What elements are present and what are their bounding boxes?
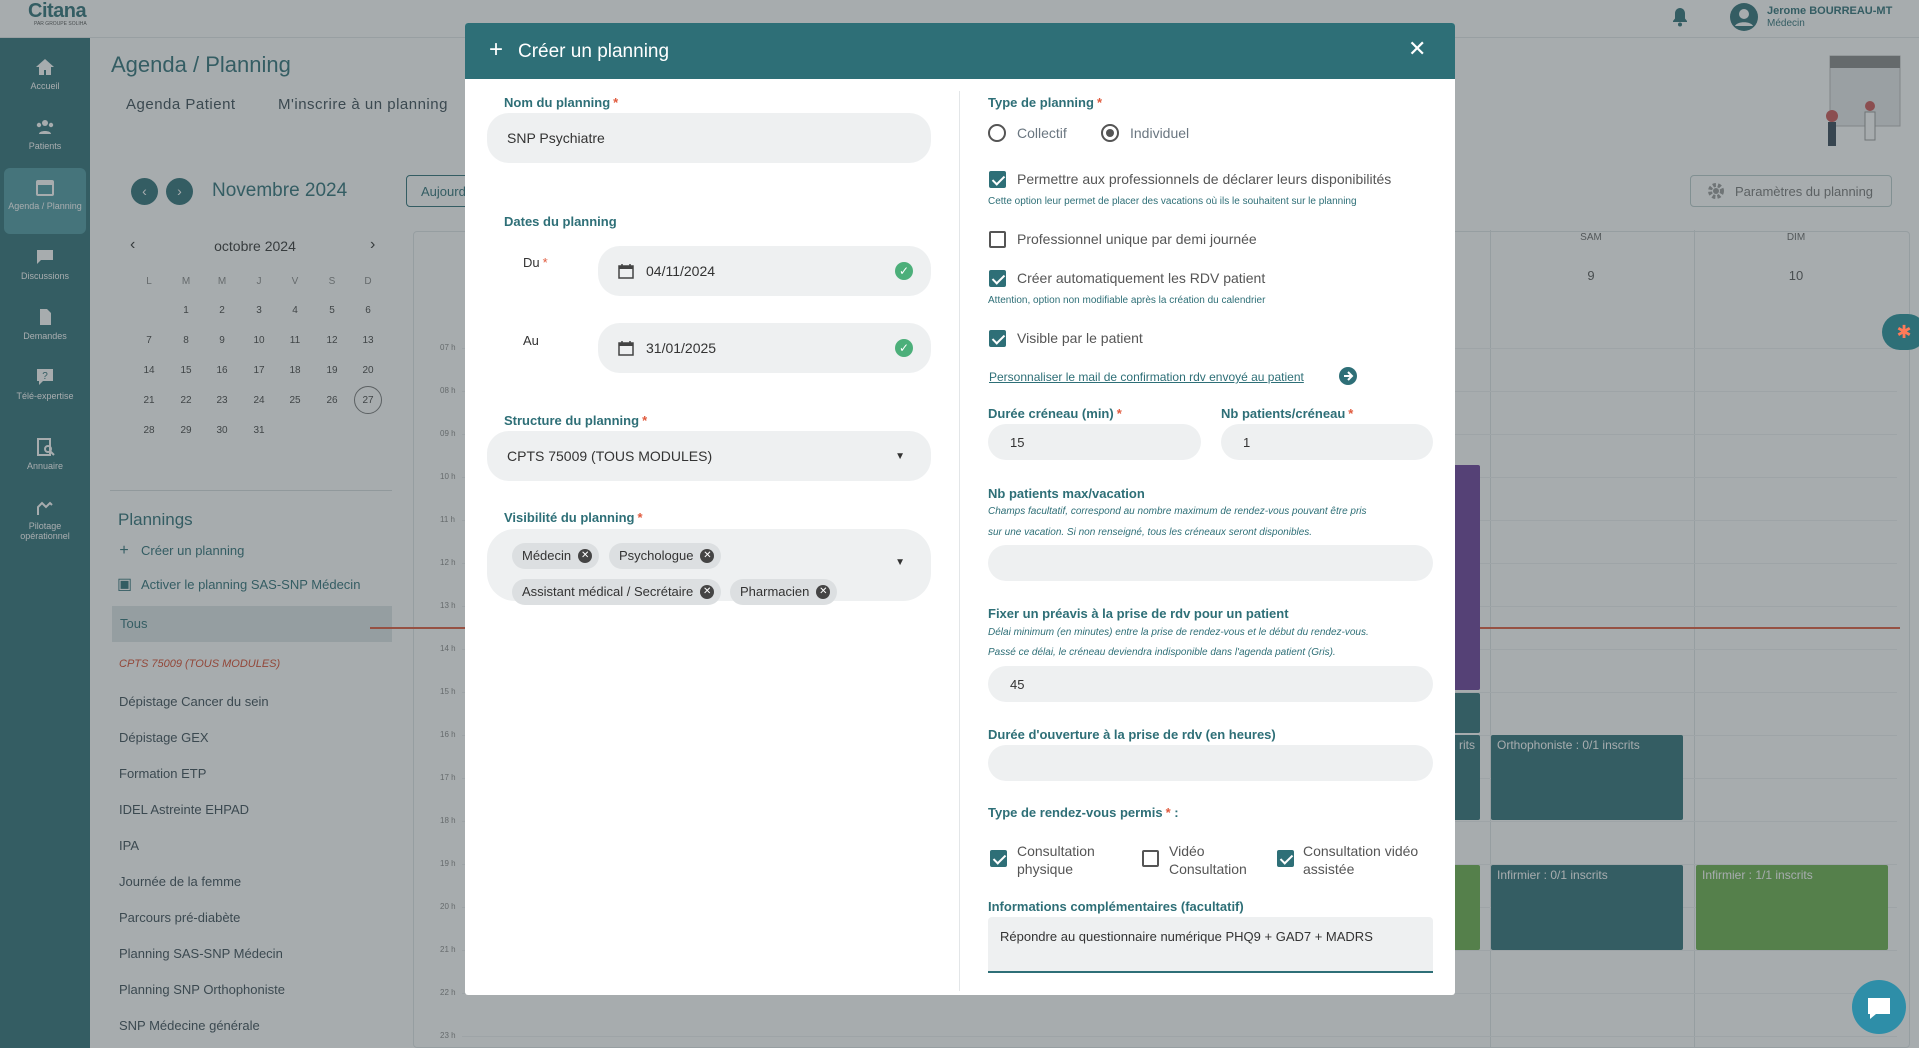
duree-label: Durée créneau (min) * [988,406,1122,421]
individuel-label: Individuel [1130,125,1190,141]
collectif-radio[interactable] [988,124,1006,142]
remove-chip-icon[interactable]: ✕ [816,585,831,599]
max-hint-1: Champs facultatif, correspond au nombre … [988,506,1367,517]
rdv-video-checkbox[interactable] [1142,850,1159,867]
max-input[interactable] [988,545,1433,581]
rdv-physique-label: Consultation physique [1017,843,1095,877]
rdv-auto-checkbox[interactable] [989,270,1006,287]
max-hint-2: sur une vacation. Si non renseigné, tous… [988,527,1313,538]
nom-input[interactable]: SNP Psychiatre [487,113,931,163]
plus-icon: + [489,36,504,63]
visibility-chip: Psychologue ✕ [609,543,722,569]
hubspot-icon[interactable]: ✱ [1882,314,1919,350]
du-date-input[interactable]: 04/11/2024 ✓ [598,246,931,296]
visibility-chip: Médecin ✕ [512,543,600,569]
nom-label: Nom du planning * [504,95,619,110]
duree-input[interactable]: 15 [988,424,1201,460]
unique-label: Professionnel unique par demi journée [1017,231,1257,247]
info-label: Informations complémentaires (facultatif… [988,899,1244,914]
rdv-auto-label: Créer automatiquement les RDV patient [1017,270,1266,286]
max-label: Nb patients max/vacation [988,486,1145,501]
type-label: Type de planning * [988,95,1102,110]
remove-chip-icon[interactable]: ✕ [700,585,715,599]
calendar-icon [618,264,634,279]
remove-chip-icon[interactable]: ✕ [578,549,593,563]
dropdown-arrow-icon: ▼ [895,557,905,568]
rdv-physique-checkbox[interactable] [990,850,1007,867]
visibilite-label: Visibilité du planning * [504,510,643,525]
visibility-chip: Pharmacien ✕ [730,579,838,605]
au-label: Au [523,333,539,348]
chat-bubble-icon [1868,998,1890,1019]
dispo-label: Permettre aux professionnels de déclarer… [1017,171,1392,187]
rdv-assistee-label: Consultation vidéo assistée [1303,843,1419,877]
dispo-hint: Cette option leur permet de placer des v… [988,196,1357,207]
individuel-radio[interactable] [1101,124,1119,142]
preavis-hint-1: Délai minimum (en minutes) entre la pris… [988,627,1369,638]
column-divider [959,91,960,991]
visibility-chip: Assistant médical / Secrétaire ✕ [512,579,722,605]
visible-checkbox[interactable] [989,330,1006,347]
create-planning-modal: + Créer un planning ✕ Nom du planning * S… [465,23,1455,995]
du-date-value: 04/11/2024 [646,263,716,279]
ouverture-input[interactable] [988,745,1433,781]
structure-select[interactable]: CPTS 75009 (TOUS MODULES) ▼ [487,431,931,481]
preavis-hint-2: Passé ce délai, le créneau deviendra ind… [988,647,1336,658]
remove-chip-icon[interactable]: ✕ [700,549,715,563]
modal-title: Créer un planning [518,41,670,62]
chat-widget-button[interactable] [1852,980,1906,1034]
structure-label: Structure du planning * [504,413,648,428]
calendar-icon [618,341,634,356]
du-label: Du * [523,255,548,270]
ouverture-label: Durée d'ouverture à la prise de rdv (en … [988,727,1276,742]
preavis-label: Fixer un préavis à la prise de rdv pour … [988,606,1289,621]
dropdown-arrow-icon: ▼ [895,450,905,462]
nb-label: Nb patients/créneau * [1221,406,1354,421]
rdv-type-label: Type de rendez-vous permis * : [988,805,1179,820]
au-date-input[interactable]: 31/01/2025 ✓ [598,323,931,373]
rdv-auto-hint: Attention, option non modifiable après l… [988,295,1266,306]
customize-mail-link[interactable]: Personnaliser le mail de confirmation rd… [989,370,1304,384]
visible-label: Visible par le patient [1017,330,1143,346]
close-icon[interactable]: ✕ [1408,36,1426,62]
valid-check-icon: ✓ [895,262,913,280]
dispo-checkbox[interactable] [989,171,1006,188]
arrow-right-icon[interactable] [1339,367,1357,385]
valid-check-icon: ✓ [895,339,913,357]
info-textarea[interactable]: Répondre au questionnaire numérique PHQ9… [988,917,1433,973]
collectif-label: Collectif [1017,125,1067,141]
dates-label: Dates du planning [504,214,617,229]
structure-value: CPTS 75009 (TOUS MODULES) [507,448,713,464]
rdv-assistee-checkbox[interactable] [1277,850,1294,867]
nb-input[interactable]: 1 [1221,424,1433,460]
au-date-value: 31/01/2025 [646,340,717,356]
rdv-video-label: Vidéo Consultation [1169,843,1247,877]
preavis-input[interactable]: 45 [988,666,1433,702]
unique-checkbox[interactable] [989,231,1006,248]
modal-header: + Créer un planning ✕ [465,23,1455,79]
